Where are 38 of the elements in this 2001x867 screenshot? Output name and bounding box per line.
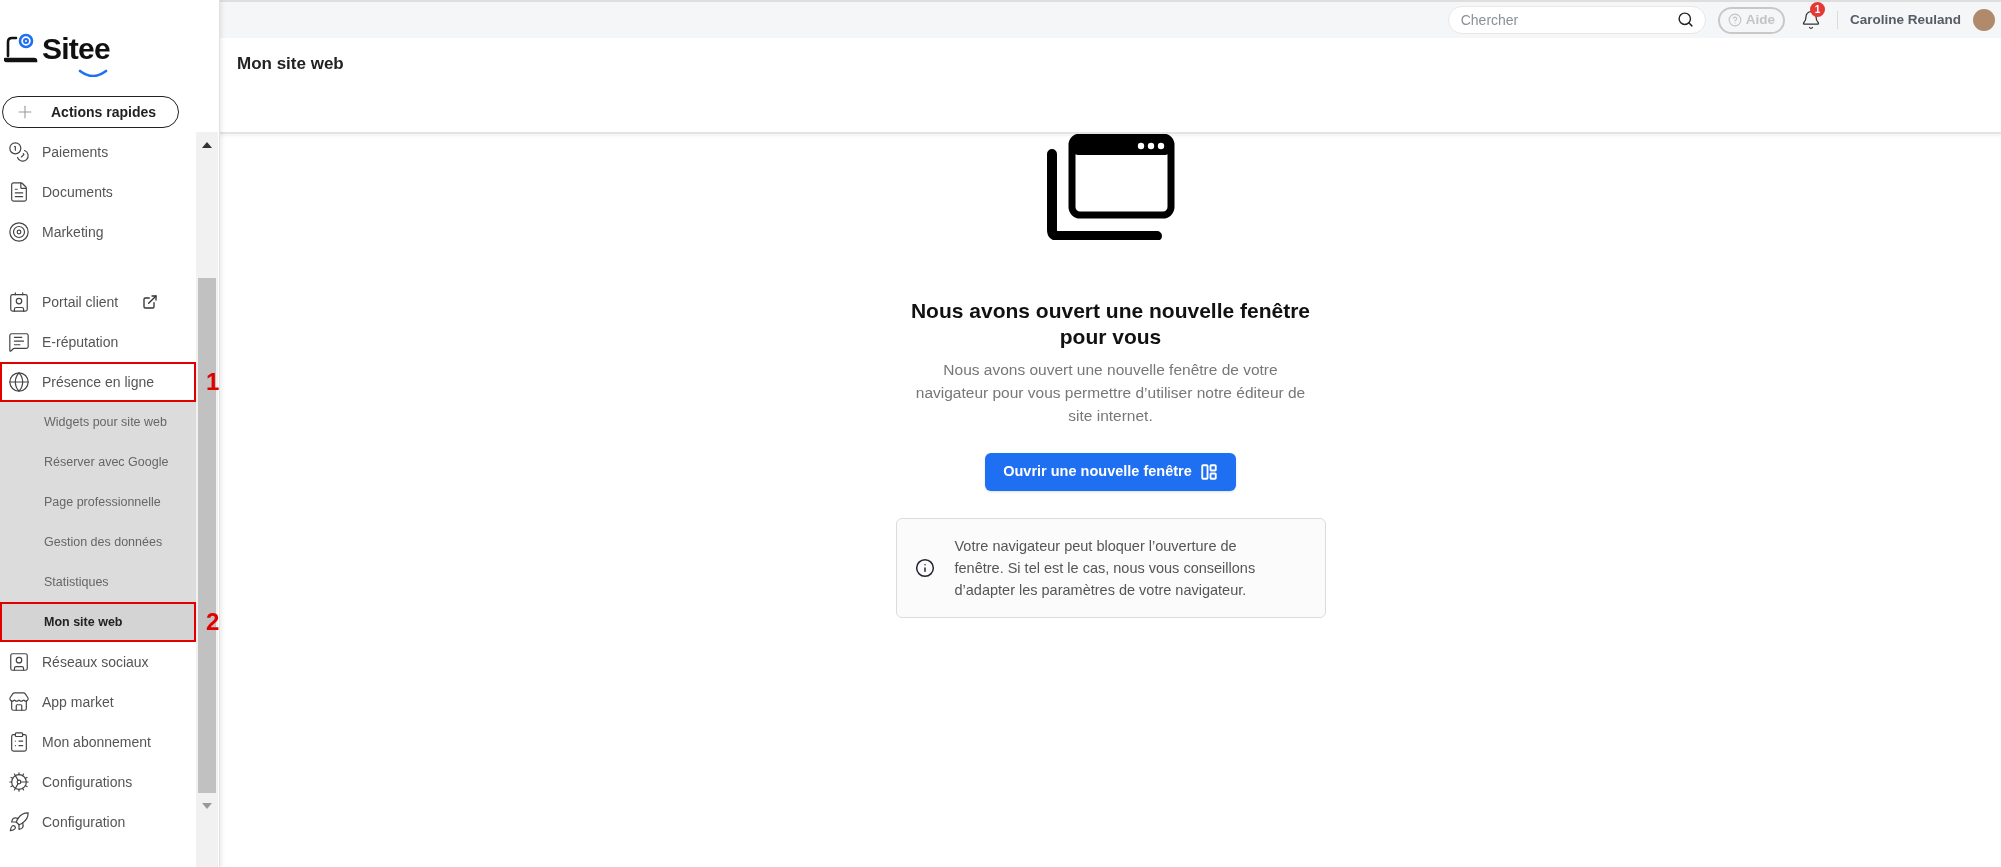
- notice-text: Votre navigateur peut bloquer l’ouverture de fenêtre. Si tel est le cas, nous vous conseillons d’adapter les paramètres de votre navigateur.: [954, 537, 1257, 600]
- coins-icon: [8, 141, 30, 163]
- globe-icon: [8, 371, 30, 393]
- document-icon: [8, 181, 30, 203]
- open-window-button[interactable]: Ouvrir une nouvelle fenêtre: [985, 453, 1236, 491]
- submenu-item[interactable]: Page professionnelle: [0, 482, 196, 522]
- logo-text: Sitee: [42, 31, 110, 65]
- user-name[interactable]: Caroline Reuland: [1849, 9, 1961, 31]
- submenu-item[interactable]: Réserver avec Google: [0, 442, 196, 482]
- submenu-item[interactable]: Statistiques: [0, 562, 196, 602]
- logo-icon: [4, 32, 38, 64]
- search-icon: [1676, 11, 1694, 28]
- help-icon: [1727, 13, 1742, 27]
- user-square-icon: [8, 651, 30, 673]
- rocket-icon: [8, 811, 30, 833]
- page-title: Mon site web: [237, 53, 345, 75]
- scroll-up-icon: [202, 142, 212, 148]
- layout-icon: [1199, 463, 1218, 481]
- target-icon: [8, 221, 30, 243]
- prompt-text: Nous avons ouvert une nouvelle fenêtre de votre navigateur pour vous permettre d’utiliser notre éditeur de site internet.: [914, 360, 1307, 426]
- smile-icon: [77, 68, 108, 77]
- annotation-number: 2: [206, 610, 220, 634]
- clipboard-icon: [8, 731, 30, 753]
- notification-badge: 1: [1809, 2, 1825, 17]
- submenu-item[interactable]: Gestion des données: [0, 522, 196, 562]
- scrollbar[interactable]: [196, 132, 218, 867]
- submenu-item[interactable]: Widgets pour site web: [0, 402, 196, 442]
- windows-icon: [1044, 134, 1177, 240]
- prompt-heading: Nous avons ouvert une nouvelle fenêtre pour vous: [909, 298, 1312, 350]
- scroll-down-icon: [202, 803, 212, 809]
- avatar[interactable]: [1973, 9, 1995, 31]
- settings-icon: [8, 771, 30, 793]
- search-field[interactable]: Chercher: [1447, 6, 1706, 34]
- contact-card-icon: [8, 291, 30, 313]
- message-list-icon: [8, 331, 30, 353]
- annotation-number: 1: [206, 370, 220, 394]
- info-icon: [914, 558, 935, 578]
- store-icon: [8, 691, 30, 713]
